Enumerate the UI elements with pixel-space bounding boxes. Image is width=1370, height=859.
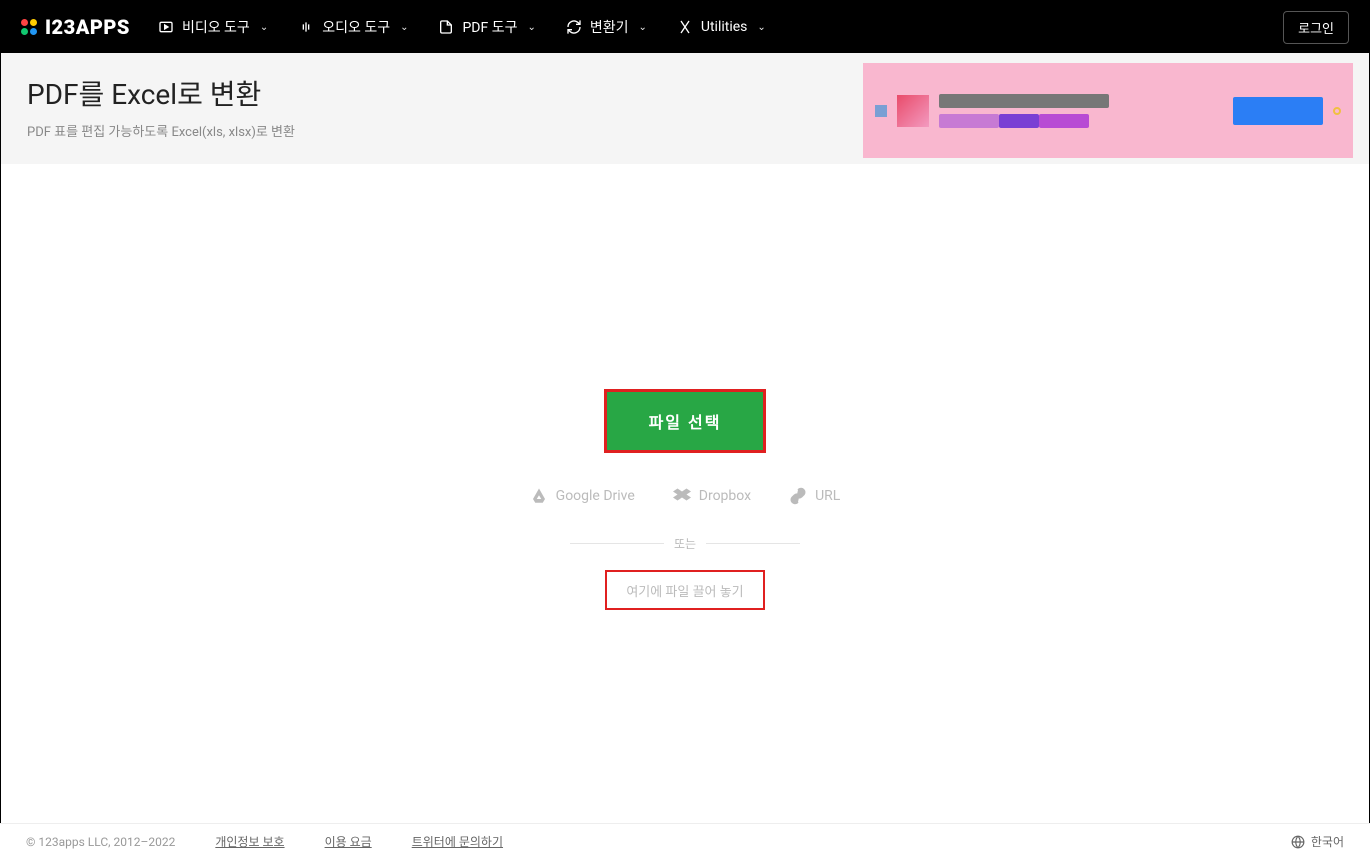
dropzone-highlight: 여기에 파일 끌어 놓기	[605, 570, 765, 610]
tools-icon	[677, 19, 693, 35]
file-dropzone[interactable]: 여기에 파일 끌어 놓기	[607, 572, 763, 608]
brand-text: I23APPS	[45, 15, 130, 39]
footer-link-privacy[interactable]: 개인정보 보호	[215, 833, 284, 850]
top-nav: I23APPS 비디오 도구 ⌄ 오디오 도구 ⌄ PDF 도구 ⌄ 변환기 ⌄…	[1, 1, 1369, 53]
nav-label: 비디오 도구	[182, 17, 250, 37]
login-button[interactable]: 로그인	[1283, 11, 1349, 44]
footer: © 123apps LLC, 2012–2022 개인정보 보호 이용 요금 트…	[0, 823, 1370, 859]
chevron-down-icon: ⌄	[260, 22, 268, 33]
source-label: Dropbox	[699, 488, 751, 504]
select-file-button[interactable]: 파일 선택	[607, 392, 763, 450]
gdrive-icon	[530, 487, 548, 505]
page-header: PDF를 Excel로 변환 PDF 표를 편집 가능하도록 Excel(xls…	[1, 53, 1369, 164]
divider-or: 또는	[570, 535, 800, 552]
chevron-down-icon: ⌄	[639, 22, 647, 33]
source-label: URL	[815, 488, 840, 504]
audio-icon	[298, 19, 314, 35]
language-label: 한국어	[1311, 833, 1344, 850]
document-icon	[438, 19, 454, 35]
logo-dots-icon	[21, 19, 37, 35]
footer-link-twitter[interactable]: 트위터에 문의하기	[412, 833, 503, 850]
select-file-highlight: 파일 선택	[604, 389, 766, 453]
source-options: Google Drive Dropbox URL	[1, 487, 1369, 505]
source-dropbox[interactable]: Dropbox	[673, 487, 751, 505]
chevron-down-icon: ⌄	[757, 22, 765, 33]
nav-label: PDF 도구	[462, 17, 517, 37]
chevron-down-icon: ⌄	[400, 22, 408, 33]
nav-utilities[interactable]: Utilities ⌄	[677, 17, 766, 37]
dropbox-icon	[673, 487, 691, 505]
source-label: Google Drive	[556, 488, 635, 504]
source-google-drive[interactable]: Google Drive	[530, 487, 635, 505]
convert-icon	[566, 19, 582, 35]
divider-label: 또는	[664, 535, 706, 552]
language-selector[interactable]: 한국어	[1291, 833, 1344, 850]
ad-banner[interactable]	[863, 63, 1353, 158]
video-icon	[158, 19, 174, 35]
source-url[interactable]: URL	[789, 487, 840, 505]
nav-label: Utilities	[701, 19, 748, 35]
link-icon	[789, 487, 807, 505]
nav-converter[interactable]: 변환기 ⌄	[566, 17, 647, 37]
main-area: 파일 선택 Google Drive Dropbox URL 또는 여기에 파일…	[1, 164, 1369, 610]
nav-pdf-tools[interactable]: PDF 도구 ⌄	[438, 17, 535, 37]
nav-label: 변환기	[590, 17, 629, 37]
nav-video-tools[interactable]: 비디오 도구 ⌄	[158, 17, 268, 37]
nav-label: 오디오 도구	[322, 17, 390, 37]
nav-audio-tools[interactable]: 오디오 도구 ⌄	[298, 17, 408, 37]
copyright: © 123apps LLC, 2012–2022	[26, 835, 175, 849]
footer-link-pricing[interactable]: 이용 요금	[325, 833, 372, 850]
globe-icon	[1291, 835, 1305, 849]
chevron-down-icon: ⌄	[527, 22, 535, 33]
logo[interactable]: I23APPS	[21, 15, 130, 39]
